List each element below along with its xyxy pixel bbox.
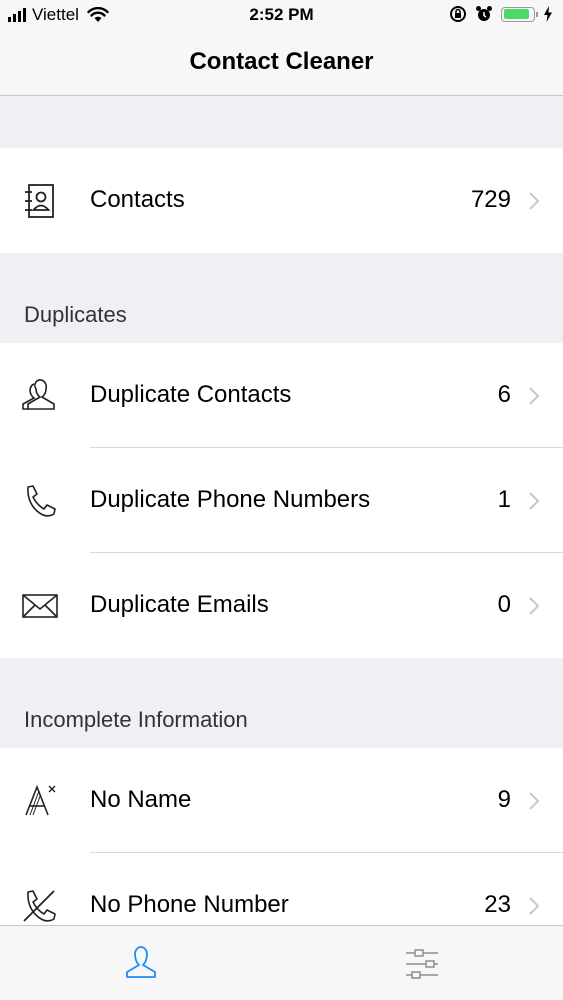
- alarm-icon: [476, 6, 492, 21]
- duplicates-section-header: Duplicates: [24, 302, 127, 327]
- chevron-right-icon: [529, 897, 540, 915]
- battery-icon: [501, 6, 538, 22]
- duplicate-contacts-label: Duplicate Contacts: [90, 381, 292, 408]
- duplicate-phone-numbers-label: Duplicate Phone Numbers: [90, 486, 371, 513]
- battery-level-fill: [503, 9, 530, 19]
- address-book-icon: [25, 184, 54, 218]
- incomplete-section-header: Incomplete Information: [24, 707, 248, 732]
- duplicate-emails-count: 0: [497, 591, 511, 618]
- no-phone-icon: [23, 890, 56, 922]
- page-title: Contact Cleaner: [189, 48, 374, 75]
- no-name-icon: [25, 784, 56, 816]
- contacts-row[interactable]: Contacts 729: [0, 148, 563, 253]
- duplicates-group: Duplicate Contacts 6 Duplicate Phone Num…: [0, 343, 563, 658]
- status-bar: Viettel 2:52 PM: [0, 0, 563, 32]
- duplicate-contacts-row[interactable]: Duplicate Contacts 6: [0, 343, 563, 448]
- envelope-icon: [22, 594, 58, 618]
- people-icon: [22, 379, 55, 410]
- duplicate-emails-label: Duplicate Emails: [90, 591, 269, 618]
- contacts-label: Contacts: [90, 186, 185, 213]
- navigation-bar: Contact Cleaner: [0, 32, 563, 96]
- duplicate-contacts-count: 6: [497, 381, 511, 408]
- no-phone-number-row[interactable]: No Phone Number 23: [0, 853, 563, 925]
- no-name-count: 9: [497, 786, 511, 813]
- charging-bolt-icon: [544, 6, 552, 22]
- rotation-lock-icon: [450, 6, 466, 22]
- no-name-row[interactable]: No Name 9: [0, 748, 563, 853]
- chevron-right-icon: [529, 387, 540, 405]
- person-icon[interactable]: [121, 944, 161, 984]
- phone-icon: [27, 485, 56, 517]
- duplicate-phone-numbers-count: 1: [497, 486, 511, 513]
- chevron-right-icon: [529, 792, 540, 810]
- contacts-group: Contacts 729: [0, 148, 563, 253]
- duplicate-emails-row[interactable]: Duplicate Emails 0: [0, 553, 563, 658]
- no-phone-number-count: 23: [484, 891, 511, 918]
- status-right: [449, 5, 553, 23]
- sliders-icon[interactable]: [402, 944, 442, 984]
- no-phone-number-label: No Phone Number: [90, 891, 289, 918]
- chevron-right-icon: [529, 192, 540, 210]
- chevron-right-icon: [529, 597, 540, 615]
- tab-bar: [0, 925, 563, 1000]
- contacts-count: 729: [470, 186, 511, 213]
- chevron-right-icon: [529, 492, 540, 510]
- incomplete-group: No Name 9 No Phone Number 23: [0, 748, 563, 925]
- duplicate-phone-numbers-row[interactable]: Duplicate Phone Numbers 1: [0, 448, 563, 553]
- no-name-label: No Name: [90, 786, 192, 813]
